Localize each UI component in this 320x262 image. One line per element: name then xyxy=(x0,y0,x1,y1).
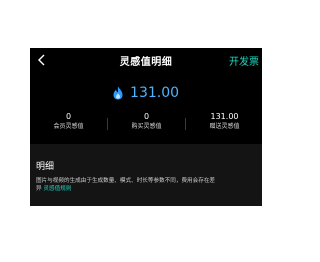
page-title: 灵感值明细 xyxy=(119,57,173,68)
stat-member-credits: 0 会员灵感值 xyxy=(30,112,107,132)
balance-breakdown: 0 会员灵感值 0 购买灵感值 131.00 赠送灵感值 xyxy=(30,112,262,136)
stat-gifted-credits: 131.00 赠送灵感值 xyxy=(186,112,262,132)
stat-label: 会员灵感值 xyxy=(53,123,84,130)
stat-label: 赠送灵感值 xyxy=(209,123,240,130)
details-description: 图片与视频的生成由于生成数量、模式、时长等参数不同，费用会存在差 异 灵感值规则 xyxy=(36,177,258,193)
top-nav-bar: 灵感值明细 开发票 xyxy=(30,48,262,72)
stat-label: 购买灵感值 xyxy=(131,123,162,130)
description-text-end: 异 xyxy=(36,186,42,192)
balance-display: 131.00 xyxy=(30,82,262,102)
stat-value: 0 xyxy=(143,112,150,121)
credit-rules-link[interactable]: 灵感值规则 xyxy=(43,186,71,192)
details-title: 明细 xyxy=(36,162,55,172)
stat-purchased-credits: 0 购买灵感值 xyxy=(108,112,185,132)
stat-value: 0 xyxy=(65,112,72,121)
description-text: 图片与视频的生成由于生成数量、模式、时长等参数不同，费用会存在差 xyxy=(36,178,216,184)
details-panel: 明细 图片与视频的生成由于生成数量、模式、时长等参数不同，费用会存在差 异 灵感… xyxy=(30,144,262,206)
invoice-button[interactable]: 开发票 xyxy=(229,53,259,68)
stat-value: 131.00 xyxy=(210,112,239,121)
app-screen: 灵感值明细 开发票 131.00 0 会员灵感值 0 购买灵感值 131.00 … xyxy=(30,48,262,206)
flame-icon xyxy=(113,86,123,99)
balance-value: 131.00 xyxy=(130,84,180,101)
